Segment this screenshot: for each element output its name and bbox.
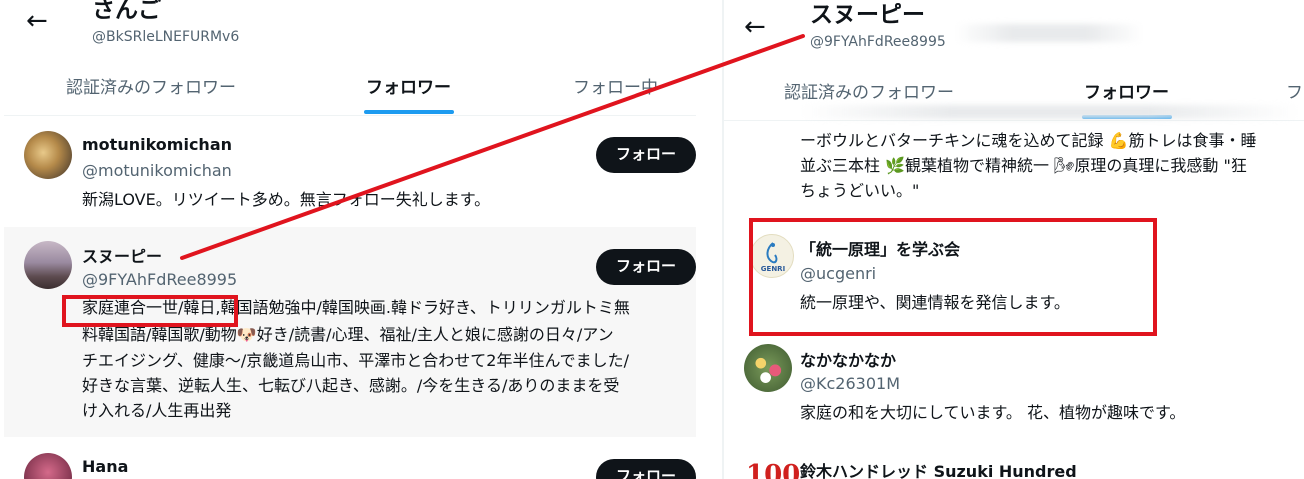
user-handle[interactable]: @motunikomichan (82, 161, 232, 180)
user-name[interactable]: 「統一原理」を学ぶ会 (800, 236, 960, 260)
ucgenri-logo-icon: GENRI (761, 242, 785, 273)
user-handle[interactable]: @ucgenri (800, 264, 876, 283)
user-bio-line: ーボウルとバターチキンに魂を込めて記録 💪筋トレは食事・睡 (800, 131, 1257, 150)
tab-followers[interactable]: フォロワー (1084, 78, 1169, 103)
avatar[interactable]: GENRI (750, 234, 794, 278)
user-bio-line: ちょうどいい。" (800, 181, 920, 200)
avatar[interactable] (24, 453, 72, 479)
tab-following[interactable]: フ (1286, 78, 1303, 103)
back-arrow-icon[interactable]: ← (26, 8, 48, 34)
user-bio: 家庭の和を大切にしています。 花、植物が趣味です。 (800, 403, 1186, 422)
profile-title: さんご (92, 0, 161, 23)
list-item[interactable]: なかなかなか @Kc26301M 家庭の和を大切にしています。 花、植物が趣味で… (724, 336, 1304, 436)
blurred-area (800, 105, 1300, 119)
user-handle[interactable]: @9FYAhFdRee8995 (82, 270, 237, 289)
user-bio-line: 並ぶ三本柱 🌿観葉植物で精神統一 🌬原理の真理に我感動 "狂 (800, 156, 1247, 175)
tabs-divider (4, 115, 696, 116)
user-bio-line: 家庭連合一世/韓日,韓国語勉強中/韓国映画.韓ドラ好き、トリリンガルトミ無 (82, 298, 630, 317)
tab-verified-followers[interactable]: 認証済みのフォロワー (66, 73, 236, 98)
user-handle[interactable]: @Kc26301M (800, 374, 900, 393)
user-bio-line: チエイジング、健康～/京畿道烏山市、平澤市と合わせて2年半住んでました/ (82, 351, 630, 370)
list-item[interactable]: 100 鈴木ハンドレッド Suzuki Hundred (724, 448, 1304, 479)
list-item[interactable]: スヌーピー @9FYAhFdRee8995 家庭連合一世/韓日,韓国語勉強中/韓… (4, 227, 696, 437)
tab-following[interactable]: フォロー中 (573, 73, 658, 98)
avatar[interactable] (24, 241, 72, 289)
user-name[interactable]: スヌーピー (82, 243, 162, 267)
user-bio-line: 好きな言葉、逆転人生、七転び八起き、感謝。/今を生きる/ありのままを受 (82, 376, 620, 395)
tab-followers[interactable]: フォロワー (366, 73, 451, 98)
avatar[interactable] (744, 344, 792, 392)
user-name[interactable]: motunikomichan (82, 135, 232, 154)
tabs-divider (724, 120, 1304, 121)
list-item[interactable]: GENRI 「統一原理」を学ぶ会 @ucgenri 統一原理や、関連情報を発信し… (724, 222, 1304, 332)
profile-handle: @BkSRleLNEFURMv6 (92, 29, 240, 45)
tab-verified-followers[interactable]: 認証済みのフォロワー (784, 78, 954, 103)
list-item[interactable]: motunikomichan @motunikomichan 新潟LOVE。リツ… (4, 117, 696, 225)
follow-button[interactable]: フォロー (596, 249, 696, 285)
user-bio-line: け入れる/人生再出発 (82, 401, 232, 420)
follow-button[interactable]: フォロー (596, 459, 696, 479)
user-bio: 新潟LOVE。リツイート多め。無言フォロー失礼します。 (82, 190, 491, 209)
profile-handle: @9FYAhFdRee8995 (810, 34, 946, 50)
back-arrow-icon[interactable]: ← (744, 14, 766, 40)
right-profile-panel: ← スヌーピー @9FYAhFdRee8995 認証済みのフォロワー フォロワー… (724, 0, 1304, 479)
profile-title: スヌーピー (810, 2, 925, 28)
user-bio: 統一原理や、関連情報を発信します。 (800, 293, 1070, 312)
left-profile-panel: ← さんご @BkSRleLNEFURMv6 認証済みのフォロワー フォロワー … (0, 0, 722, 479)
active-tab-indicator (364, 110, 454, 114)
follow-button[interactable]: フォロー (596, 137, 696, 173)
user-name[interactable]: Hana (82, 457, 128, 476)
suzuki-logo-icon[interactable]: 100 (746, 460, 800, 479)
avatar[interactable] (24, 131, 72, 179)
svg-text:GENRI: GENRI (761, 265, 785, 273)
blurred-area (954, 24, 1144, 42)
list-item[interactable]: Hana フォロー (4, 439, 696, 479)
user-name[interactable]: 鈴木ハンドレッド Suzuki Hundred (800, 458, 1077, 479)
user-name[interactable]: なかなかなか (800, 347, 896, 371)
user-bio-line: 料韓国語/韓国歌/動物🐶好き/読書/心理、福祉/主人と娘に感謝の日々/アン (82, 325, 614, 344)
